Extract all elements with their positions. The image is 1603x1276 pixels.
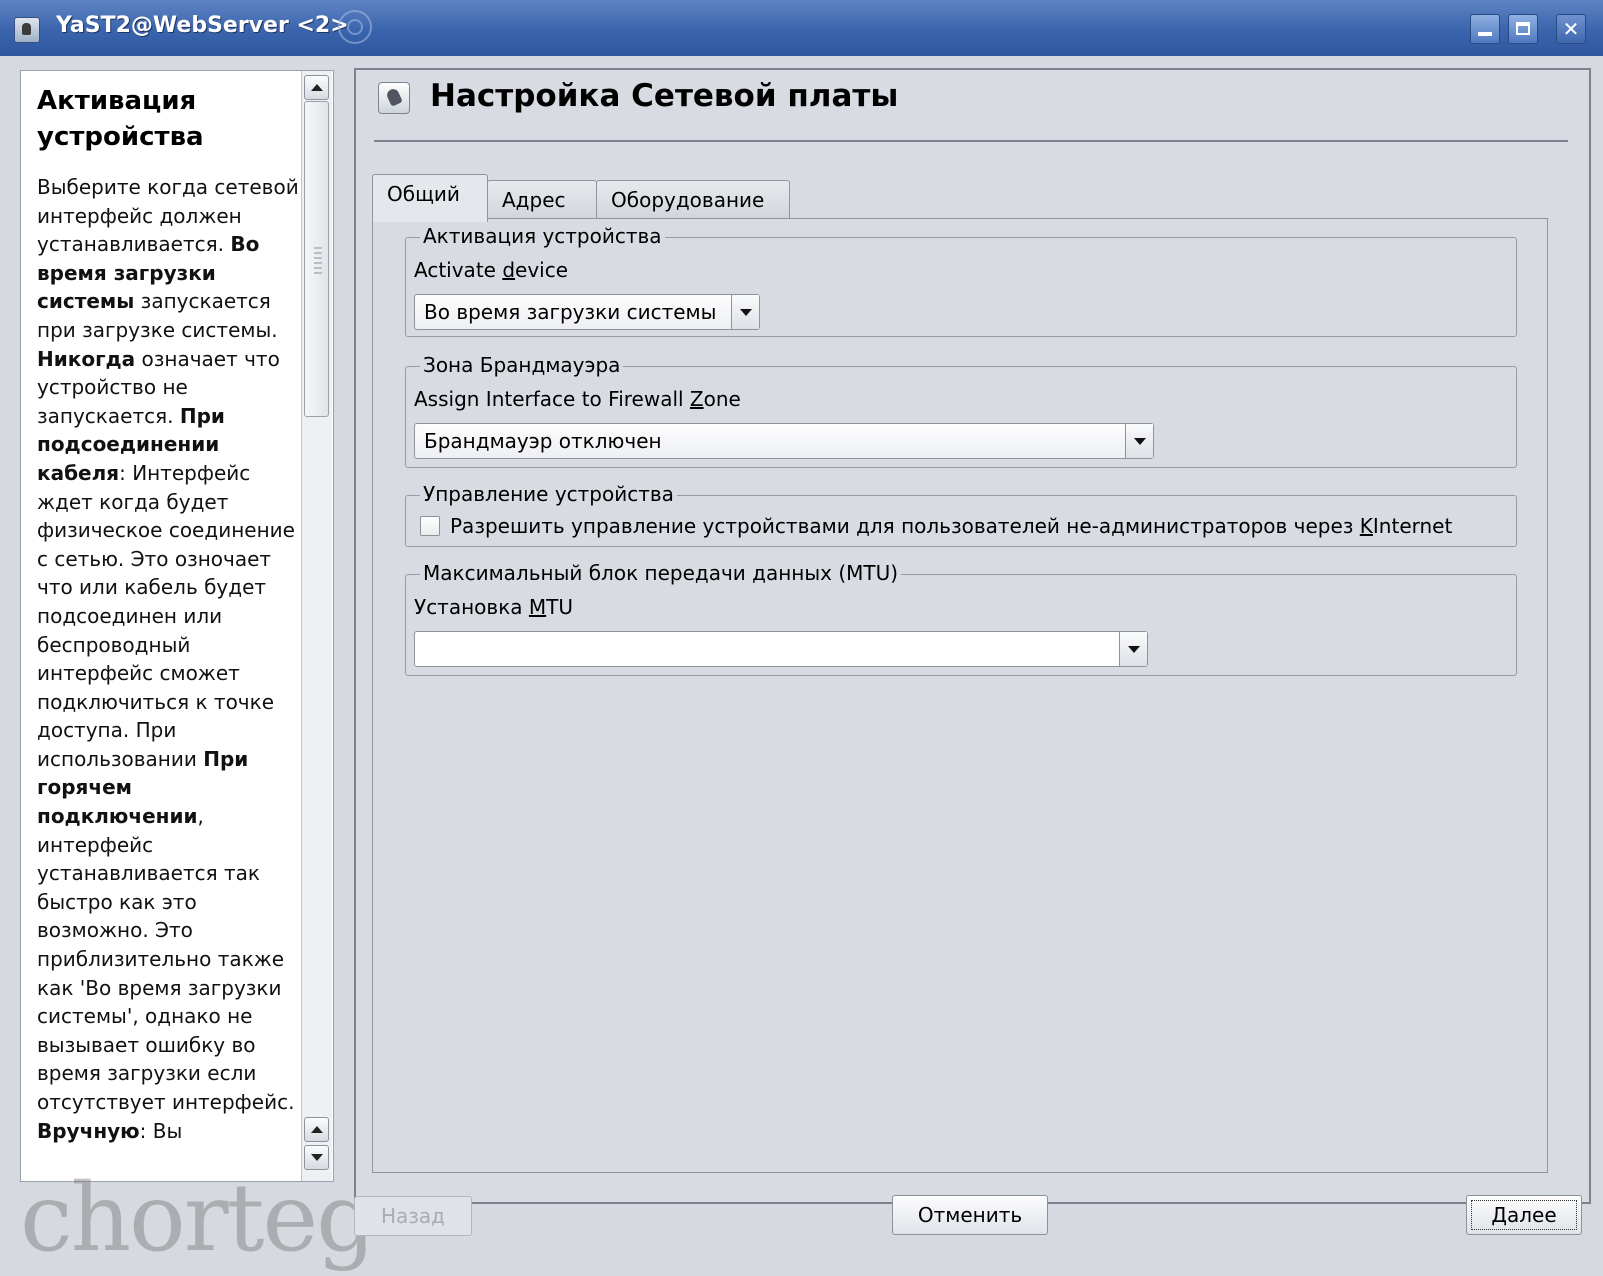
watermark-text: chorteg (20, 1164, 376, 1273)
tab-general[interactable]: Общий (372, 174, 488, 222)
group-legend: Управление устройства (420, 481, 677, 507)
window-body: Активация устройства Выберите когда сете… (0, 56, 1603, 1276)
page-title: Настройка Сетевой платы (430, 78, 899, 114)
group-firewall-zone: Зона Брандмауэра Assign Interface to Fir… (405, 352, 1517, 468)
label-mnemonic: d (502, 258, 516, 282)
label-text: Internet (1372, 514, 1453, 538)
combo-value: Во время загрузки системы (424, 300, 717, 324)
back-button[interactable]: Назад (354, 1196, 472, 1236)
help-emphasis: При горячем подключении (37, 746, 249, 829)
next-button[interactable]: Далее (1466, 1195, 1582, 1235)
help-emphasis: Вручную (37, 1118, 140, 1143)
close-button[interactable]: ✕ (1556, 14, 1586, 44)
group-mtu: Максимальный блок передачи данных (MTU) … (405, 560, 1517, 676)
group-device-activation: Активация устройства Activate device Во … (405, 223, 1517, 337)
label-mnemonic: K (1359, 514, 1373, 538)
main-pane: Настройка Сетевой платы Общий Адрес Обор… (354, 68, 1591, 1204)
tab-hardware[interactable]: Оборудование (596, 180, 790, 220)
header-divider (374, 140, 1568, 142)
chevron-down-icon[interactable] (1119, 632, 1147, 666)
tab-address[interactable]: Адрес (487, 180, 597, 220)
label-text: Assign Interface to Firewall (414, 387, 690, 411)
kinternet-checkbox[interactable] (420, 516, 440, 536)
label-text: Activate (414, 258, 503, 282)
group-legend: Активация устройства (420, 223, 665, 249)
label-mnemonic: M (528, 595, 547, 619)
label-text: Разрешить управление устройствами для по… (450, 514, 1360, 538)
help-title: Активация устройства (37, 86, 204, 152)
help-emphasis: При подсоединении кабеля (37, 403, 225, 485)
group-legend: Максимальный блок передачи данных (MTU) (420, 560, 902, 586)
help-scrollbar[interactable] (301, 71, 332, 1181)
scroll-thumb[interactable] (304, 101, 329, 417)
firewall-zone-label: Assign Interface to Firewall Zone (414, 387, 741, 411)
activate-device-combo[interactable]: Во время загрузки системы (414, 294, 760, 330)
label-text: Установка (414, 595, 529, 619)
label-text: evice (515, 258, 569, 282)
chevron-down-icon[interactable] (731, 295, 759, 329)
mtu-label: Установка MTU (414, 595, 573, 619)
grip-icon (314, 247, 322, 275)
label-text: one (703, 387, 741, 411)
combo-value: Брандмауэр отключен (424, 429, 662, 453)
activate-device-label: Activate device (414, 258, 568, 282)
scroll-up-button[interactable] (304, 75, 329, 100)
scroll-up-button-lower[interactable] (304, 1117, 329, 1142)
firewall-zone-combo[interactable]: Брандмауэр отключен (414, 423, 1154, 459)
label-mnemonic: Z (689, 387, 704, 411)
group-device-control: Управление устройства Разрешить управлен… (405, 481, 1517, 547)
minimize-icon (1478, 32, 1492, 36)
kinternet-checkbox-row[interactable]: Разрешить управление устройствами для по… (420, 514, 1452, 538)
cancel-button[interactable]: Отменить (892, 1195, 1048, 1235)
maximize-icon (1516, 22, 1530, 35)
help-content: Активация устройства Выберите когда сете… (37, 83, 299, 1145)
mtu-combo[interactable] (414, 631, 1148, 667)
yast-app-icon[interactable] (14, 17, 40, 43)
close-icon: ✕ (1562, 17, 1580, 41)
group-legend: Зона Брандмауэра (420, 352, 624, 378)
label-text: TU (546, 595, 574, 619)
chevron-down-icon[interactable] (1125, 424, 1153, 458)
help-emphasis: Во время загрузки системы (37, 232, 260, 314)
kinternet-checkbox-label[interactable]: Разрешить управление устройствами для по… (450, 514, 1452, 538)
maximize-button[interactable] (1508, 14, 1538, 44)
minimize-button[interactable] (1470, 14, 1500, 44)
window-title: YaST2@WebServer <2> (56, 13, 349, 38)
help-emphasis: Никогда (37, 346, 136, 371)
help-pane[interactable]: Активация устройства Выберите когда сете… (20, 70, 334, 1182)
help-text: Выберите когда сетевой интерфейс должен … (37, 175, 299, 1143)
network-card-icon (378, 82, 410, 114)
tab-panel-general: Активация устройства Activate device Во … (372, 218, 1548, 1173)
window-titlebar[interactable]: YaST2@WebServer <2> ✕ (0, 0, 1603, 56)
opensuse-swirl-icon (338, 10, 372, 44)
